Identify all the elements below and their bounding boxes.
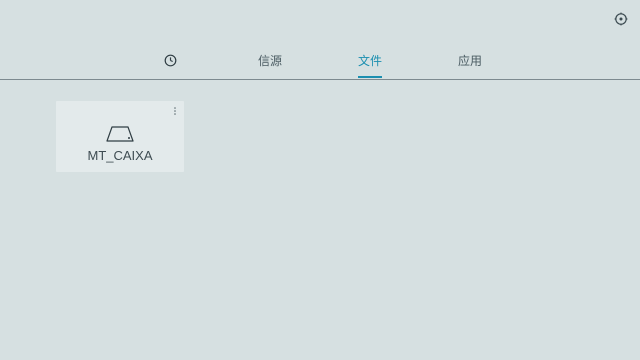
tab-apps[interactable]: 应用 bbox=[446, 42, 494, 78]
active-tab-indicator bbox=[358, 76, 382, 78]
clock-icon bbox=[164, 54, 176, 66]
tab-files-label: 文件 bbox=[357, 53, 382, 68]
tab-source-label: 信源 bbox=[257, 53, 282, 68]
tab-files[interactable]: 文件 bbox=[346, 42, 394, 78]
top-navigation: 信源 文件 应用 bbox=[0, 42, 640, 80]
tab-source[interactable]: 信源 bbox=[246, 42, 294, 78]
tab-apps-label: 应用 bbox=[457, 53, 482, 68]
settings-button[interactable] bbox=[611, 9, 631, 29]
storage-drive-icon bbox=[106, 126, 134, 142]
nav-divider bbox=[0, 79, 640, 80]
storage-device-card[interactable]: MT_CAIXA bbox=[56, 101, 184, 172]
tab-recent[interactable] bbox=[156, 42, 184, 78]
more-options-button[interactable] bbox=[172, 106, 178, 116]
more-vertical-icon bbox=[174, 107, 176, 115]
gear-icon bbox=[614, 12, 628, 26]
device-name: MT_CAIXA bbox=[87, 148, 153, 163]
